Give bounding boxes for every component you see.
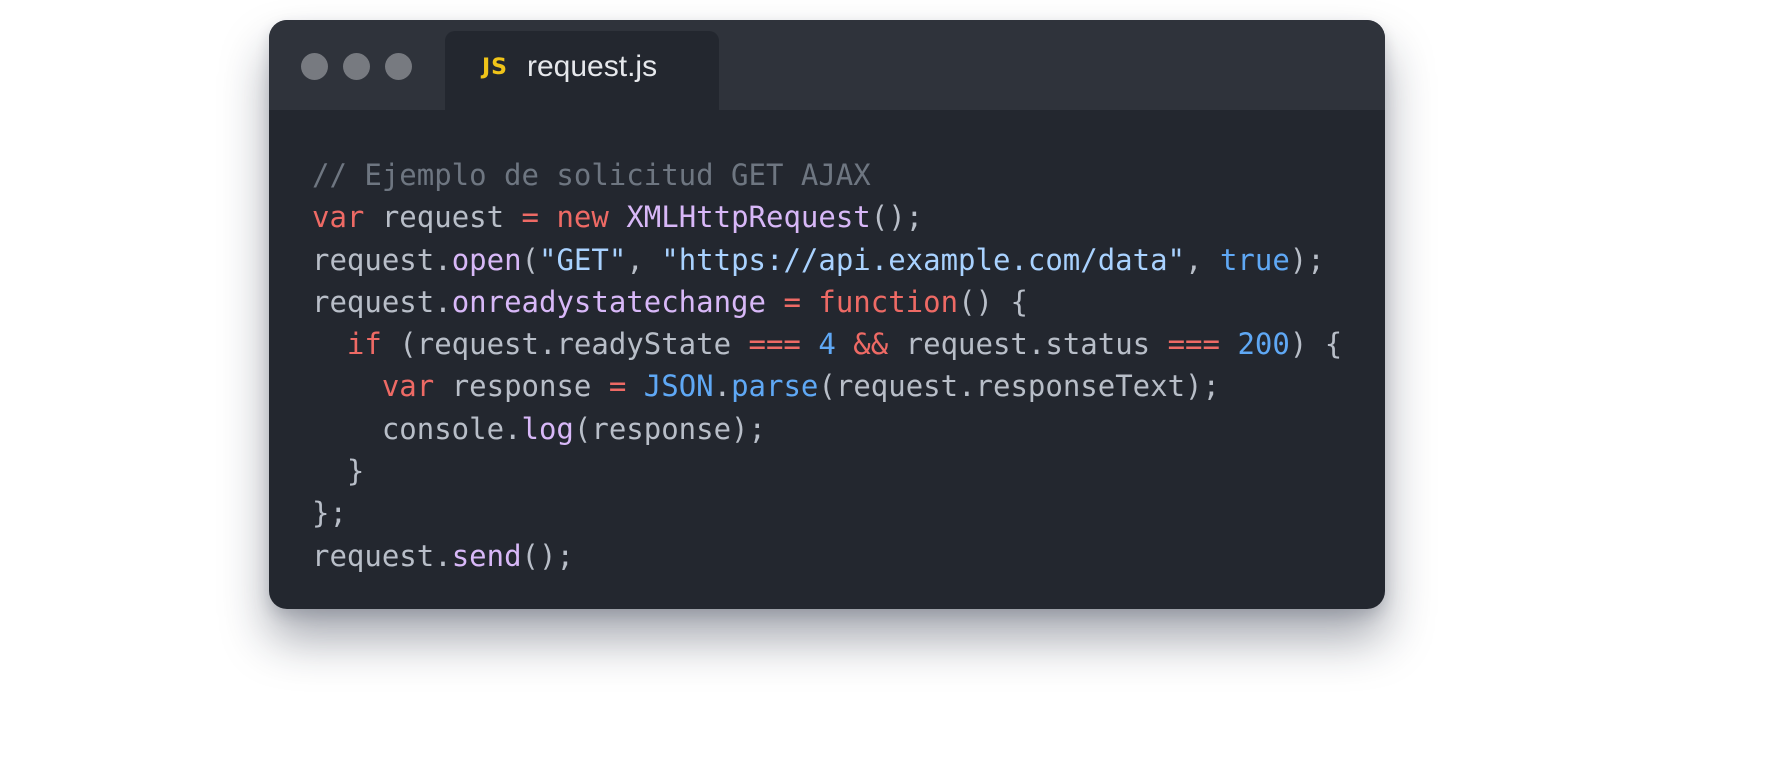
code-token-plain: ();	[521, 538, 574, 573]
code-token-plain: request.	[312, 242, 452, 277]
code-token-plain: response	[434, 369, 609, 404]
tab-filename: request.js	[527, 50, 658, 83]
code-token-plain: request.	[312, 538, 452, 573]
code-token-keyword: ===	[1167, 327, 1220, 362]
code-line: };	[312, 492, 1342, 534]
code-token-plain: ();	[870, 200, 924, 235]
code-token-method: onreadystatechange	[451, 284, 766, 319]
code-token-string: "https://api.example.com/data"	[661, 242, 1186, 277]
window-close-dot[interactable]	[301, 53, 328, 80]
window-maximize-dot[interactable]	[385, 53, 412, 80]
code-token-method: send	[451, 538, 522, 573]
code-token-comment: // Ejemplo de solicitud GET AJAX	[312, 158, 871, 192]
code-token-keyword: if	[346, 327, 382, 362]
code-token-plain: () {	[958, 284, 1028, 319]
title-bar: JS request.js	[269, 20, 1385, 113]
code-token-const: JSON	[643, 369, 714, 404]
javascript-file-icon: JS	[482, 55, 509, 80]
code-token-number: 200	[1237, 327, 1290, 362]
code-window: JS request.js // Ejemplo de solicitud GE…	[269, 20, 1385, 609]
code-token-const: true	[1219, 242, 1290, 277]
code-token-number: 4	[818, 327, 836, 362]
code-token-plain: ,	[1185, 242, 1220, 277]
code-token-keyword: var	[381, 369, 435, 404]
code-token-keyword: new	[556, 200, 609, 235]
code-line: var response = JSON.parse(request.respon…	[312, 365, 1342, 407]
code-token-plain: request	[364, 200, 522, 235]
code-line: console.log(response);	[312, 408, 1342, 450]
code-token-plain: ,	[626, 242, 662, 277]
code-token-class: XMLHttpRequest	[626, 200, 871, 235]
code-token-plain: ) {	[1289, 327, 1343, 362]
code-token-plain: (response);	[573, 411, 766, 446]
code-token-keyword: function	[818, 284, 959, 319]
code-line: var request = new XMLHttpRequest();	[312, 196, 1342, 238]
code-token-method: log	[521, 411, 574, 446]
code-token-method: open	[451, 242, 522, 277]
code-token-plain: (request.readyState	[381, 327, 749, 362]
code-line: request.send();	[312, 535, 1342, 577]
code-token-keyword: &&	[853, 327, 889, 362]
code-token-plain: console.	[312, 411, 522, 446]
code-line: request.open("GET", "https://api.example…	[312, 239, 1342, 281]
code-token-plain: }	[312, 454, 365, 489]
code-token-keyword: =	[521, 200, 539, 235]
code-token-plain: };	[312, 496, 347, 531]
code-token-keyword: =	[608, 369, 627, 404]
code-token-plain: request.	[312, 284, 452, 319]
code-token-keyword: var	[312, 200, 365, 235]
code-token-keyword: =	[783, 284, 801, 319]
code-token-const: parse	[731, 369, 819, 404]
code-line: // Ejemplo de solicitud GET AJAX	[312, 154, 1342, 196]
code-line: }	[312, 450, 1342, 492]
code-token-plain: .	[713, 369, 732, 404]
tab-request-js[interactable]: JS request.js	[445, 31, 719, 113]
window-minimize-dot[interactable]	[343, 53, 370, 80]
code-line: request.onreadystatechange = function() …	[312, 281, 1342, 323]
code-editor[interactable]: // Ejemplo de solicitud GET AJAX var requ…	[312, 154, 1342, 577]
code-token-plain: (request.responseText);	[818, 369, 1220, 404]
code-token-string: "GET"	[539, 242, 627, 277]
code-token-plain: );	[1289, 242, 1325, 277]
code-token-plain: (	[521, 242, 539, 277]
code-line: if (request.readyState === 4 && request.…	[312, 323, 1342, 365]
code-token-keyword: ===	[748, 327, 801, 362]
code-token-plain: request.status	[888, 327, 1168, 362]
